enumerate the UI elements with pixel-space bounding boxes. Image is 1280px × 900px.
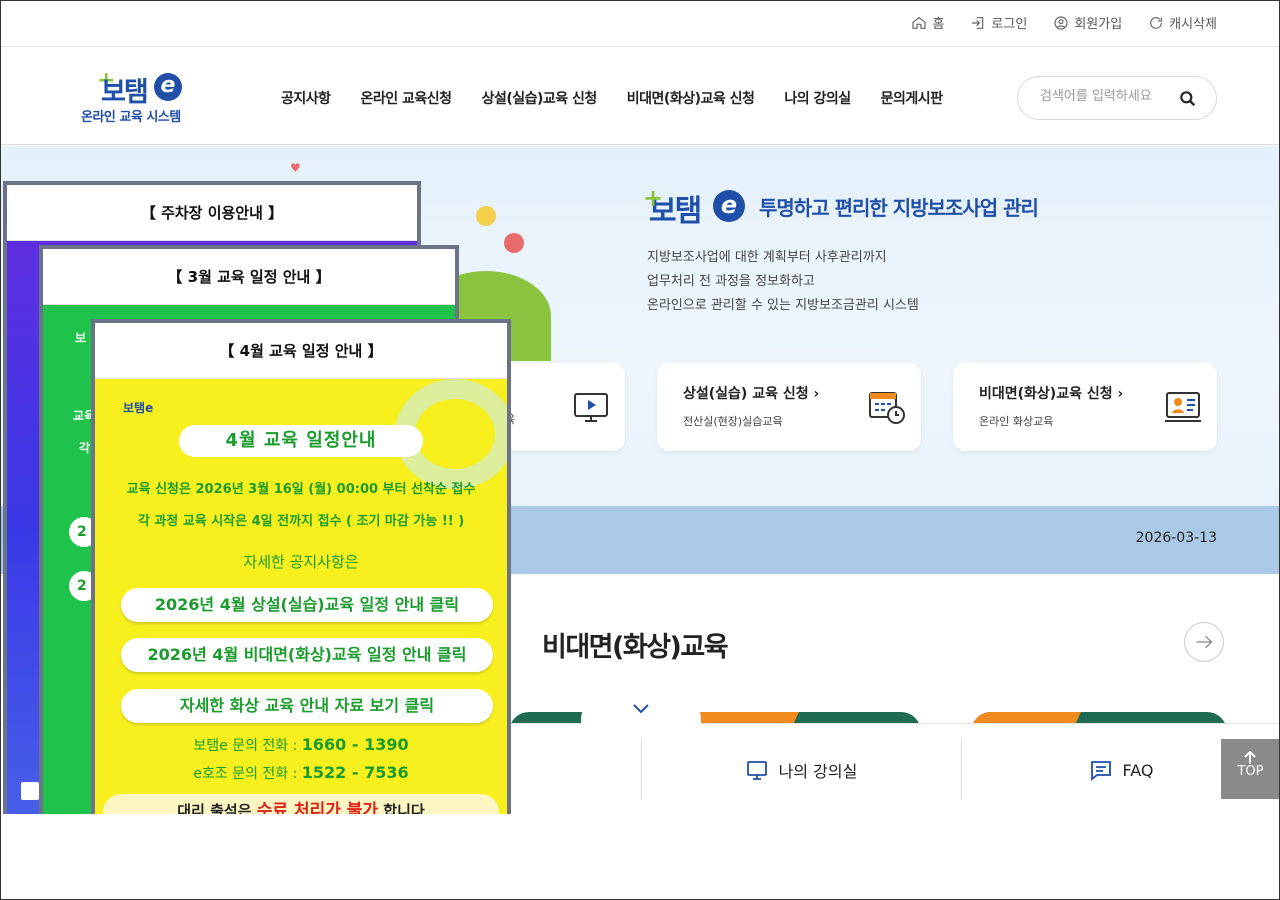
heart-decoration: ♥ <box>290 161 301 175</box>
quick-my-classroom[interactable]: 나의 강의실 <box>641 740 961 800</box>
utility-bar: 홈 로그인 회원가입 캐시삭제 <box>1 1 1279 47</box>
scroll-top-label: TOP <box>1237 764 1264 779</box>
search-icon[interactable] <box>1178 89 1198 109</box>
phone-number: 1660 - 1390 <box>301 735 409 754</box>
quick-my-classroom-label: 나의 강의실 <box>778 762 858 781</box>
clear-cache-label: 캐시삭제 <box>1169 17 1217 32</box>
card-title: 상설(실습) 교육 신청 › <box>683 386 820 402</box>
phone-line: e호조 문의 전화 : 1522 - 7536 <box>193 763 409 782</box>
nav-remote-apply[interactable]: 비대면(화상)교육 신청 <box>627 88 755 108</box>
chat-icon <box>1090 761 1111 781</box>
refresh-icon <box>1150 16 1163 29</box>
remote-apply-card[interactable]: 비대면(화상)교육 신청 › 온라인 화상교육 <box>953 363 1217 451</box>
popup-content: 보탬e 4월 교육 일정안내 교육 신청은 2026년 3월 16일 (월) 0… <box>95 379 507 814</box>
login-link[interactable]: 로그인 <box>970 13 1027 32</box>
video-conference-icon <box>1165 392 1201 422</box>
home-link[interactable]: 홈 <box>911 13 944 32</box>
logo-word: 보탬 <box>101 77 149 108</box>
e-logo-decoration <box>415 399 495 469</box>
monitor-icon <box>746 761 767 780</box>
clear-cache-link[interactable]: 캐시삭제 <box>1148 13 1217 32</box>
quick-menu-toggle[interactable] <box>581 690 701 730</box>
signup-link[interactable]: 회원가입 <box>1053 13 1122 32</box>
hero-heading: 보탬 + e 투명하고 편리한 지방보조사업 관리 <box>643 184 1039 229</box>
dont-show-checkbox[interactable] <box>21 782 39 800</box>
flower-decoration <box>504 233 524 253</box>
card-title: 비대면(화상)교육 신청 › <box>979 386 1124 402</box>
hero-desc-line: 업무처리 전 과정을 정보화하고 <box>647 274 815 289</box>
home-label: 홈 <box>932 17 945 32</box>
hero-logo-e: e <box>713 190 745 222</box>
signup-label: 회원가입 <box>1074 17 1123 32</box>
flower-decoration <box>476 206 496 226</box>
hero-desc-line: 지방보조사업에 대한 계획부터 사후관리까지 <box>647 250 887 265</box>
popup-title: 【 4월 교육 일정 안내 】 <box>95 323 507 379</box>
login-icon <box>972 16 984 29</box>
popup-line: 각 과정 교육 시작은 4일 전까지 접수 ( 조기 마감 가능 !! ) <box>137 514 465 529</box>
logo-subtitle: 온라인 교육 시스템 <box>81 110 181 125</box>
hero-logo: 보탬 + e <box>643 184 751 229</box>
main-nav: 공지사항 온라인 교육신청 상설(실습)교육 신청 비대면(화상)교육 신청 나… <box>281 88 943 108</box>
nav-my-classroom[interactable]: 나의 강의실 <box>784 88 851 108</box>
site-logo[interactable]: + 보탬 e 온라인 교육 시스템 <box>81 68 211 126</box>
popup-title: 【 주차장 이용안내 】 <box>7 185 417 241</box>
popup-title: 【 3월 교육 일정 안내 】 <box>43 249 455 305</box>
popup-heading: 4월 교육 일정안내 <box>179 425 423 457</box>
remote-guide-link[interactable]: 자세한 화상 교육 안내 자료 보기 클릭 <box>121 689 493 723</box>
nav-practice-apply[interactable]: 상설(실습)교육 신청 <box>482 88 598 108</box>
nav-inquiry-board[interactable]: 문의게시판 <box>881 88 943 108</box>
home-icon <box>912 16 927 29</box>
section-title: 비대면(화상)교육 <box>542 632 729 663</box>
card-subtitle: 전산실(현장)실습교육 <box>683 415 783 428</box>
notice-date: 2026-03-13 <box>1135 530 1217 546</box>
hero-description: 지방보조사업에 대한 계획부터 사후관리까지 업무처리 전 과정을 정보화하고 … <box>647 246 919 318</box>
phone-line: 보탬e 문의 전화 : 1660 - 1390 <box>193 735 409 754</box>
arrow-up-icon <box>1244 751 1256 764</box>
arrow-right-icon <box>1196 635 1213 649</box>
login-label: 로그인 <box>991 17 1028 32</box>
user-circle-icon <box>1054 15 1068 30</box>
practice-apply-card[interactable]: 상설(실습) 교육 신청 › 전산실(현장)실습교육 <box>657 363 921 451</box>
logo-e-mark: e <box>154 73 182 101</box>
main-header: + 보탬 e 온라인 교육 시스템 공지사항 온라인 교육신청 상설(실습)교육… <box>1 48 1279 145</box>
popup-text-fragment: 각 <box>79 441 91 455</box>
remote-schedule-link[interactable]: 2026년 4월 비대면(화상)교육 일정 안내 클릭 <box>121 638 493 672</box>
scroll-top-button[interactable]: TOP <box>1221 739 1279 799</box>
section-next-button[interactable] <box>1184 622 1224 662</box>
popup-text-fragment: 보 <box>75 331 87 345</box>
popup-badge: 보탬e <box>123 401 154 415</box>
quick-faq-label: FAQ <box>1122 760 1154 780</box>
attendance-warning: 대리 출석은 수료 처리가 불가 합니다 <box>103 794 499 814</box>
practice-schedule-link[interactable]: 2026년 4월 상설(실습)교육 일정 안내 클릭 <box>121 588 493 622</box>
popup-line: 자세한 공지사항은 <box>243 553 359 571</box>
search-box <box>1017 76 1217 120</box>
card-subtitle: 온라인 화상교육 <box>979 415 1054 428</box>
april-schedule-popup: 【 4월 교육 일정 안내 】 보탬e 4월 교육 일정안내 교육 신청은 20… <box>91 319 511 814</box>
popup-line: 교육 신청은 2026년 3월 16일 (월) 00:00 부터 선착순 접수 <box>126 482 476 497</box>
search-input[interactable] <box>1040 89 1170 104</box>
phone-number: 1522 - 7536 <box>301 763 409 782</box>
hero-desc-line: 온라인으로 관리할 수 있는 지방보조금관리 시스템 <box>647 298 919 313</box>
chevron-down-icon <box>633 704 649 714</box>
nav-online-apply[interactable]: 온라인 교육신청 <box>361 88 453 108</box>
page: 홈 로그인 회원가입 캐시삭제 + 보탬 e 온라인 교육 시스템 공지사항 온… <box>0 0 1280 900</box>
nav-notice[interactable]: 공지사항 <box>281 88 331 108</box>
hero-logo-plus: + <box>643 184 664 212</box>
monitor-play-icon <box>574 393 608 422</box>
calendar-clock-icon <box>869 392 905 424</box>
hero-title: 투명하고 편리한 지방보조사업 관리 <box>759 195 1039 220</box>
